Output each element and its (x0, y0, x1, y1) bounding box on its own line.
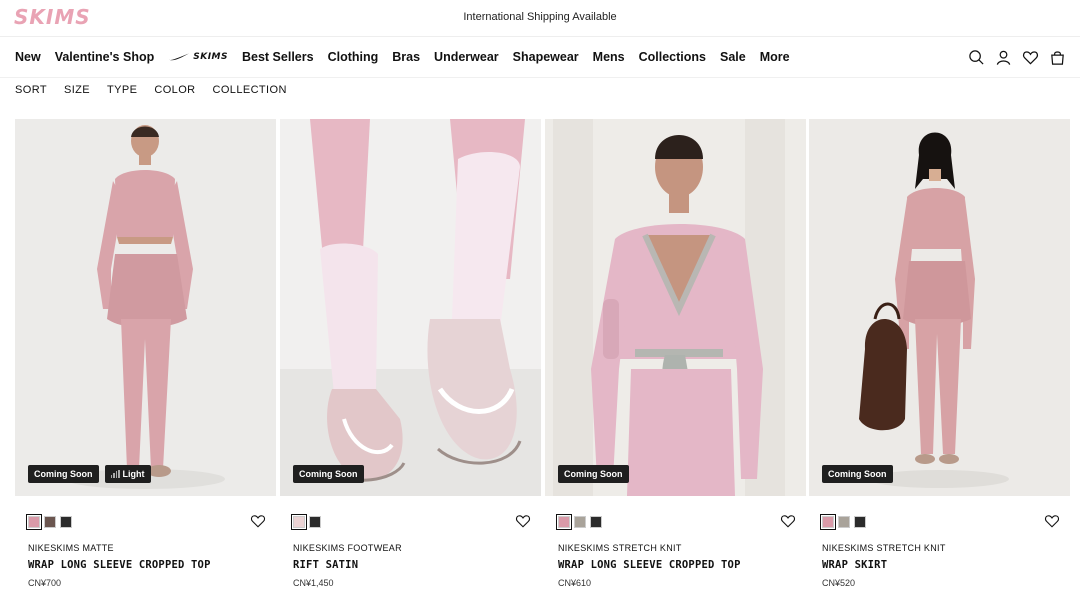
swatch[interactable] (590, 516, 602, 528)
product-card[interactable]: Coming Soon NIKESKIMS STRETCH KNIT WRAP … (545, 119, 806, 604)
nike-swoosh-icon (169, 53, 190, 61)
product-title[interactable]: WRAP LONG SLEEVE CROPPED TOP (28, 559, 211, 571)
product-price: CN¥700 (28, 578, 62, 588)
wishlist-heart-icon[interactable] (780, 513, 796, 529)
nav-item-mens[interactable]: Mens (593, 50, 625, 64)
wishlist-heart-icon[interactable] (250, 513, 266, 529)
nav-item-nikeskims[interactable]: SKIMS (168, 52, 228, 62)
filter-type[interactable]: TYPE (107, 84, 137, 96)
nav-item-collections[interactable]: Collections (639, 50, 706, 64)
wishlist-icon[interactable] (1022, 49, 1039, 66)
product-title[interactable]: WRAP LONG SLEEVE CROPPED TOP (558, 559, 741, 571)
model-photo (15, 119, 276, 496)
main-nav: New Valentine's Shop SKIMS Best Sellers … (0, 38, 1080, 78)
bag-icon[interactable] (1049, 49, 1066, 66)
model-photo (545, 119, 806, 496)
swatch[interactable] (820, 514, 836, 530)
account-icon[interactable] (995, 49, 1012, 66)
product-image[interactable]: Coming Soon Light (15, 119, 276, 496)
swatch[interactable] (309, 516, 321, 528)
product-price: CN¥520 (822, 578, 856, 588)
filter-color[interactable]: COLOR (154, 84, 195, 96)
product-image[interactable]: Coming Soon (280, 119, 541, 496)
swatch[interactable] (838, 516, 850, 528)
nav-item-clothing[interactable]: Clothing (328, 50, 379, 64)
search-icon[interactable] (968, 49, 985, 66)
filter-sort[interactable]: SORT (15, 84, 47, 96)
swatch[interactable] (556, 514, 572, 530)
color-swatches (26, 514, 72, 530)
swatch[interactable] (854, 516, 866, 528)
coming-soon-badge: Coming Soon (822, 465, 893, 483)
top-bar: SKIMS International Shipping Available (0, 0, 1080, 37)
filter-collection[interactable]: COLLECTION (213, 84, 287, 96)
color-swatches (291, 514, 321, 530)
color-swatches (556, 514, 602, 530)
swatch[interactable] (44, 516, 56, 528)
shade-badge: Light (104, 465, 151, 483)
shipping-notice: International Shipping Available (463, 11, 617, 23)
product-card[interactable]: Coming Soon NIKESKIMS FOOTWEAR RIFT SATI… (280, 119, 541, 604)
coming-soon-badge: Coming Soon (28, 465, 99, 483)
swatch[interactable] (60, 516, 72, 528)
product-image[interactable]: Coming Soon (545, 119, 806, 496)
product-brand: NIKESKIMS STRETCH KNIT (558, 543, 682, 553)
shade-label: Light (122, 469, 145, 479)
nav-item-more[interactable]: More (760, 50, 790, 64)
product-brand: NIKESKIMS STRETCH KNIT (822, 543, 946, 553)
product-card[interactable]: Coming Soon NIKESKIMS STRETCH KNIT WRAP … (809, 119, 1070, 604)
nav-item-new[interactable]: New (15, 50, 41, 64)
nav-item-best-sellers[interactable]: Best Sellers (242, 50, 314, 64)
product-brand: NIKESKIMS FOOTWEAR (293, 543, 402, 553)
filter-size[interactable]: SIZE (64, 84, 90, 96)
swatch[interactable] (291, 514, 307, 530)
model-photo (809, 119, 1070, 496)
wishlist-heart-icon[interactable] (515, 513, 531, 529)
product-grid: Coming Soon Light NIKESKIMS MATTE WRAP L… (15, 119, 1071, 604)
product-image[interactable]: Coming Soon (809, 119, 1070, 496)
product-price: CN¥1,450 (293, 578, 334, 588)
signal-bars-icon (110, 470, 120, 478)
filter-bar: SORT SIZE TYPE COLOR COLLECTION (15, 84, 287, 96)
nav-collab-wordmark: SKIMS (193, 52, 228, 62)
coming-soon-badge: Coming Soon (293, 465, 364, 483)
coming-soon-badge: Coming Soon (558, 465, 629, 483)
product-title[interactable]: WRAP SKIRT (822, 559, 887, 571)
shoe-photo (280, 119, 541, 496)
wishlist-heart-icon[interactable] (1044, 513, 1060, 529)
swatch[interactable] (574, 516, 586, 528)
product-title[interactable]: RIFT SATIN (293, 559, 358, 571)
product-card[interactable]: Coming Soon Light NIKESKIMS MATTE WRAP L… (15, 119, 276, 604)
nav-item-shapewear[interactable]: Shapewear (513, 50, 579, 64)
swatch[interactable] (26, 514, 42, 530)
nav-item-valentines-shop[interactable]: Valentine's Shop (55, 50, 155, 64)
product-price: CN¥610 (558, 578, 592, 588)
nav-item-sale[interactable]: Sale (720, 50, 746, 64)
nav-item-bras[interactable]: Bras (392, 50, 420, 64)
color-swatches (820, 514, 866, 530)
product-brand: NIKESKIMS MATTE (28, 543, 114, 553)
nav-item-underwear[interactable]: Underwear (434, 50, 499, 64)
